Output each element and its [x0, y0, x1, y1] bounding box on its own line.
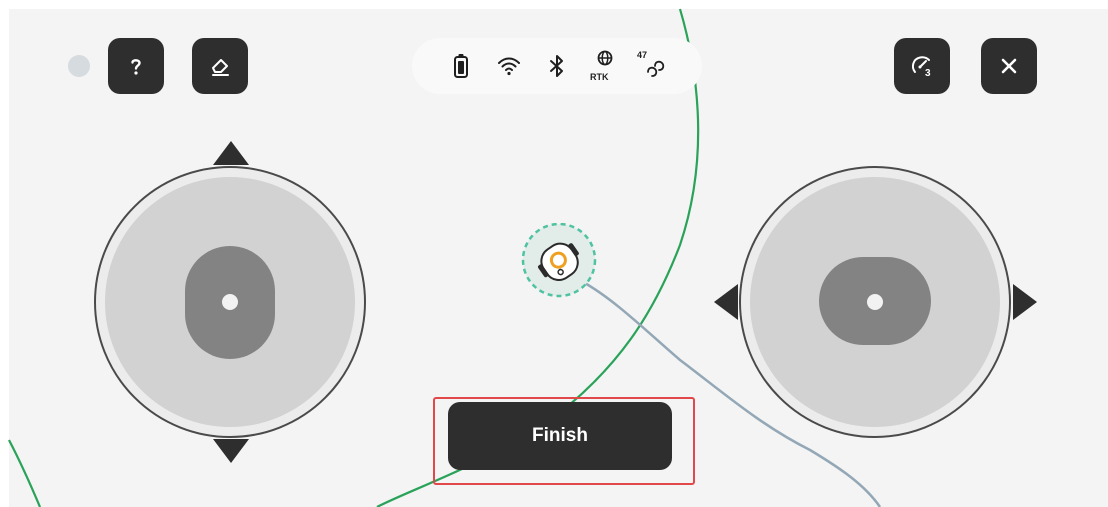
stage: RTK 47 3 Finish	[0, 0, 1108, 507]
device-status-bar: RTK 47	[412, 38, 702, 94]
close-icon	[1001, 58, 1017, 74]
bluetooth-icon	[550, 55, 563, 77]
satellite-link-icon	[647, 60, 665, 77]
globe-icon	[597, 50, 613, 66]
eraser-button[interactable]	[192, 38, 248, 94]
forward-arrow-icon[interactable]	[213, 141, 249, 165]
speed-button[interactable]: 3	[894, 38, 950, 94]
left-joystick[interactable]	[93, 163, 367, 441]
help-button[interactable]	[108, 38, 164, 94]
satellite-status: 47	[635, 50, 671, 82]
speed-level: 3	[925, 68, 931, 79]
rtk-label: RTK	[590, 72, 609, 82]
mower-robot-marker[interactable]	[520, 223, 598, 299]
turn-right-arrow-icon[interactable]	[1013, 284, 1037, 320]
backward-arrow-icon[interactable]	[213, 439, 249, 463]
help-icon	[131, 59, 141, 75]
close-button[interactable]	[981, 38, 1037, 94]
wifi-status	[491, 50, 527, 82]
eraser-icon	[212, 59, 229, 76]
wifi-icon	[498, 57, 520, 76]
status-indicator	[68, 55, 90, 77]
battery-status	[443, 50, 479, 82]
right-joystick[interactable]	[737, 163, 1013, 441]
rtk-status: RTK	[587, 50, 623, 82]
bluetooth-status	[539, 50, 575, 82]
speedometer-icon: 3	[911, 56, 931, 79]
boundary-line-left	[8, 439, 42, 507]
battery-icon	[454, 54, 468, 78]
turn-left-arrow-icon[interactable]	[714, 284, 738, 320]
finish-button[interactable]: Finish	[448, 402, 672, 470]
